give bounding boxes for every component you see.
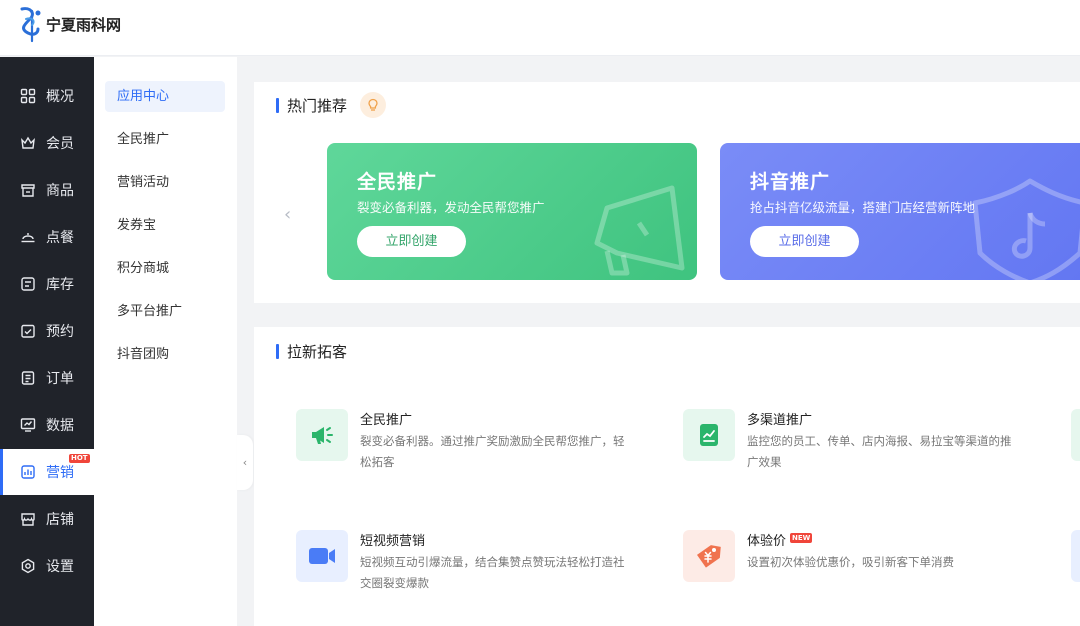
customer-acquisition-panel: 拉新拓客 全民推广 裂变必备利器。通过推广奖励激励全民帮您推广，轻松拓客 多渠道… bbox=[254, 327, 1080, 626]
nav-label: 会员 bbox=[46, 136, 74, 152]
nav-label: 店铺 bbox=[46, 512, 74, 528]
feature-desc: 短视频互动引爆流量，结合集赞点赞玩法轻松打造社交圈裂变爆款 bbox=[360, 555, 625, 590]
feature-name: 多渠道推广 bbox=[747, 413, 813, 428]
monitor-chart-icon bbox=[20, 418, 36, 432]
feature-name-text: 体验价 bbox=[747, 534, 787, 549]
create-now-button[interactable]: 立即创建 bbox=[357, 226, 466, 257]
feature-short-video[interactable]: 短视频营销 短视频互动引爆流量，结合集赞点赞玩法轻松打造社交圈裂变爆款 bbox=[296, 530, 656, 590]
secondary-sidebar: 应用中心 全民推广 营销活动 发券宝 积分商城 多平台推广 抖音团购 bbox=[94, 57, 237, 626]
promo-subtitle: 裂变必备利器，发动全民帮您推广 bbox=[357, 200, 545, 215]
nav-label: 概况 bbox=[46, 89, 74, 105]
brand-name: 宁夏雨科网 bbox=[46, 15, 122, 34]
feature-multi-channel[interactable]: 多渠道推广 监控您的员工、传单、店内海报、易拉宝等渠道的推广效果 bbox=[683, 409, 1043, 469]
brand-mark-icon bbox=[20, 7, 41, 43]
lightbulb-icon bbox=[360, 92, 386, 118]
feature-trial-price[interactable]: 体验价 NEW 设置初次体验优惠价，吸引新客下单消费 bbox=[683, 530, 1043, 590]
sub-nav-multi-platform[interactable]: 多平台推广 bbox=[105, 296, 225, 327]
dish-icon bbox=[21, 233, 35, 243]
top-header: 宁夏雨科网 bbox=[0, 0, 1080, 56]
feature-name: 全民推广 bbox=[360, 413, 413, 428]
nav-item-store[interactable]: 店铺 bbox=[0, 496, 94, 542]
feature-name: 短视频营销 bbox=[360, 534, 426, 549]
store-icon bbox=[21, 513, 35, 526]
feature-desc: 监控您的员工、传单、店内海报、易拉宝等渠道的推广效果 bbox=[747, 434, 1012, 469]
sub-nav-app-center[interactable]: 应用中心 bbox=[105, 81, 225, 112]
marketing-chart-icon bbox=[21, 465, 35, 479]
price-tag-icon bbox=[683, 530, 735, 582]
nav-item-overview[interactable]: 概况 bbox=[0, 73, 94, 119]
collapse-sidebar-button[interactable]: ‹ bbox=[237, 435, 253, 490]
section-title: 拉新拓客 bbox=[276, 341, 347, 361]
sub-nav-douyin-group[interactable]: 抖音团购 bbox=[105, 339, 225, 370]
nav-item-inventory[interactable]: 库存 bbox=[0, 261, 94, 307]
nav-item-products[interactable]: 商品 bbox=[0, 167, 94, 213]
grid-icon bbox=[20, 88, 36, 104]
nav-item-ordering[interactable]: 点餐 bbox=[0, 214, 94, 260]
promo-card-promotion[interactable]: 全民推广 裂变必备利器，发动全民帮您推广 立即创建 bbox=[327, 143, 697, 280]
sub-nav-points-mall[interactable]: 积分商城 bbox=[105, 253, 225, 284]
nav-label: 商品 bbox=[46, 183, 74, 199]
promo-title: 抖音推广 bbox=[750, 171, 831, 193]
section-title: 热门推荐 bbox=[276, 95, 347, 115]
settings-icon bbox=[21, 558, 35, 574]
sub-nav-coupons[interactable]: 发券宝 bbox=[105, 210, 225, 241]
nav-item-reservations[interactable]: 预约 bbox=[0, 308, 94, 354]
promo-title: 全民推广 bbox=[357, 171, 438, 193]
partial-feature-icon[interactable] bbox=[1071, 530, 1080, 582]
partial-feature-icon[interactable] bbox=[1071, 409, 1080, 461]
inventory-icon bbox=[21, 277, 35, 291]
order-icon bbox=[21, 371, 35, 385]
feature-desc: 设置初次体验优惠价，吸引新客下单消费 bbox=[747, 555, 954, 569]
primary-sidebar: 概况 会员 商品 点餐 库存 预约 订单 数据 营销 HOT 店铺 设置 bbox=[0, 57, 94, 626]
nav-item-orders[interactable]: 订单 bbox=[0, 355, 94, 401]
title-accent-bar bbox=[276, 343, 279, 359]
chevron-left-icon: ‹ bbox=[242, 456, 248, 469]
title-accent-bar bbox=[276, 97, 279, 113]
nav-label: 营销 bbox=[46, 465, 74, 481]
promo-card-douyin[interactable]: 抖音推广 抢占抖音亿级流量，搭建门店经营新阵地 立即创建 bbox=[720, 143, 1080, 280]
nav-label: 预约 bbox=[46, 324, 74, 340]
shop-icon bbox=[21, 184, 35, 197]
video-camera-icon bbox=[296, 530, 348, 582]
feature-promotion[interactable]: 全民推广 裂变必备利器。通过推广奖励激励全民帮您推广，轻松拓客 bbox=[296, 409, 656, 469]
sub-nav-campaigns[interactable]: 营销活动 bbox=[105, 167, 225, 198]
section-title-text: 拉新拓客 bbox=[287, 342, 348, 361]
brand-logo[interactable]: 宁夏雨科网 bbox=[16, 5, 121, 43]
document-chart-icon bbox=[683, 409, 735, 461]
megaphone-watermark-icon bbox=[594, 185, 685, 276]
nav-label: 库存 bbox=[46, 277, 74, 293]
feature-desc: 裂变必备利器。通过推广奖励激励全民帮您推广，轻松拓客 bbox=[360, 434, 625, 469]
hot-recommend-panel: 热门推荐 ‹ 全民推广 裂变必备利器，发动全民帮您推广 立即创建 抖音推广 抢占… bbox=[254, 82, 1080, 303]
hot-badge: HOT bbox=[69, 454, 90, 463]
create-now-button[interactable]: 立即创建 bbox=[750, 226, 859, 257]
promo-subtitle: 抢占抖音亿级流量，搭建门店经营新阵地 bbox=[750, 200, 976, 215]
nav-item-members[interactable]: 会员 bbox=[0, 120, 94, 166]
douyin-shield-watermark-icon bbox=[972, 178, 1080, 280]
nav-item-marketing[interactable]: 营销 HOT bbox=[0, 449, 94, 495]
megaphone-icon bbox=[296, 409, 348, 461]
nav-label: 设置 bbox=[46, 559, 74, 575]
calendar-check-icon bbox=[21, 324, 35, 338]
nav-label: 数据 bbox=[46, 418, 74, 434]
section-title-text: 热门推荐 bbox=[287, 96, 348, 115]
nav-label: 订单 bbox=[46, 371, 74, 387]
new-badge: NEW bbox=[790, 533, 813, 543]
feature-name: 体验价 NEW bbox=[747, 530, 813, 549]
carousel-prev-button[interactable]: ‹ bbox=[284, 204, 291, 225]
nav-item-data[interactable]: 数据 bbox=[0, 402, 94, 448]
nav-item-settings[interactable]: 设置 bbox=[0, 543, 94, 589]
sub-nav-promotion[interactable]: 全民推广 bbox=[105, 124, 225, 155]
nav-label: 点餐 bbox=[46, 230, 74, 246]
crown-icon bbox=[21, 136, 35, 149]
